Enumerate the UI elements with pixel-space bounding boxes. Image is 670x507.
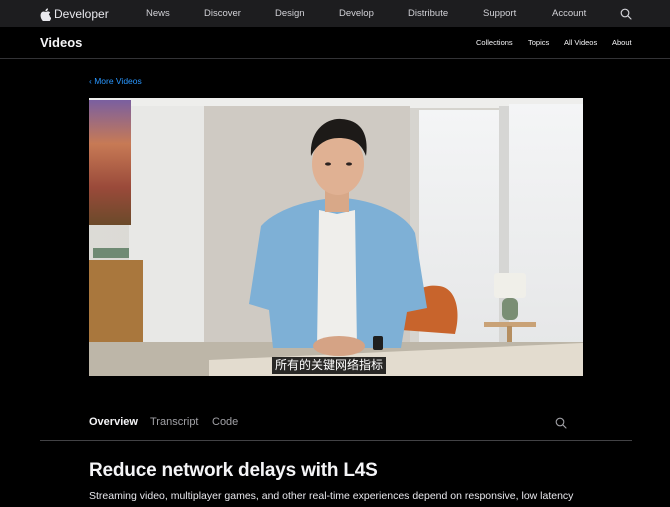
apple-logo-icon xyxy=(40,7,51,21)
nav-item-distribute[interactable]: Distribute xyxy=(408,8,448,19)
local-nav-collections[interactable]: Collections xyxy=(476,38,513,47)
video-title: Reduce network delays with L4S xyxy=(89,460,378,481)
video-player[interactable]: 所有的关键网络指标 xyxy=(89,98,583,376)
tab-overview[interactable]: Overview xyxy=(89,416,138,428)
nav-item-account[interactable]: Account xyxy=(552,8,586,19)
nav-item-develop[interactable]: Develop xyxy=(339,8,374,19)
videos-title-link[interactable]: Videos xyxy=(40,35,82,50)
video-frame-image xyxy=(89,98,583,376)
global-nav: Developer News Discover Design Develop D… xyxy=(0,0,670,27)
local-nav: Videos Collections Topics All Videos Abo… xyxy=(0,27,670,59)
video-description: Streaming video, multiplayer games, and … xyxy=(89,490,574,502)
tab-code[interactable]: Code xyxy=(212,416,238,428)
local-nav-all-videos[interactable]: All Videos xyxy=(564,38,597,47)
nav-item-support[interactable]: Support xyxy=(483,8,516,19)
video-subtitle: 所有的关键网络指标 xyxy=(272,357,387,374)
tabs-divider xyxy=(40,440,632,441)
nav-item-design[interactable]: Design xyxy=(275,8,305,19)
local-nav-topics[interactable]: Topics xyxy=(528,38,549,47)
developer-brand-label: Developer xyxy=(54,7,109,21)
local-nav-about[interactable]: About xyxy=(612,38,632,47)
nav-item-news[interactable]: News xyxy=(146,8,170,19)
transcript-search-icon[interactable] xyxy=(555,416,567,429)
tab-transcript[interactable]: Transcript xyxy=(150,416,199,428)
nav-item-discover[interactable]: Discover xyxy=(204,8,241,19)
search-icon[interactable] xyxy=(620,7,632,20)
apple-developer-home-link[interactable]: Developer xyxy=(40,6,109,22)
more-videos-link[interactable]: ‹ More Videos xyxy=(89,76,142,86)
